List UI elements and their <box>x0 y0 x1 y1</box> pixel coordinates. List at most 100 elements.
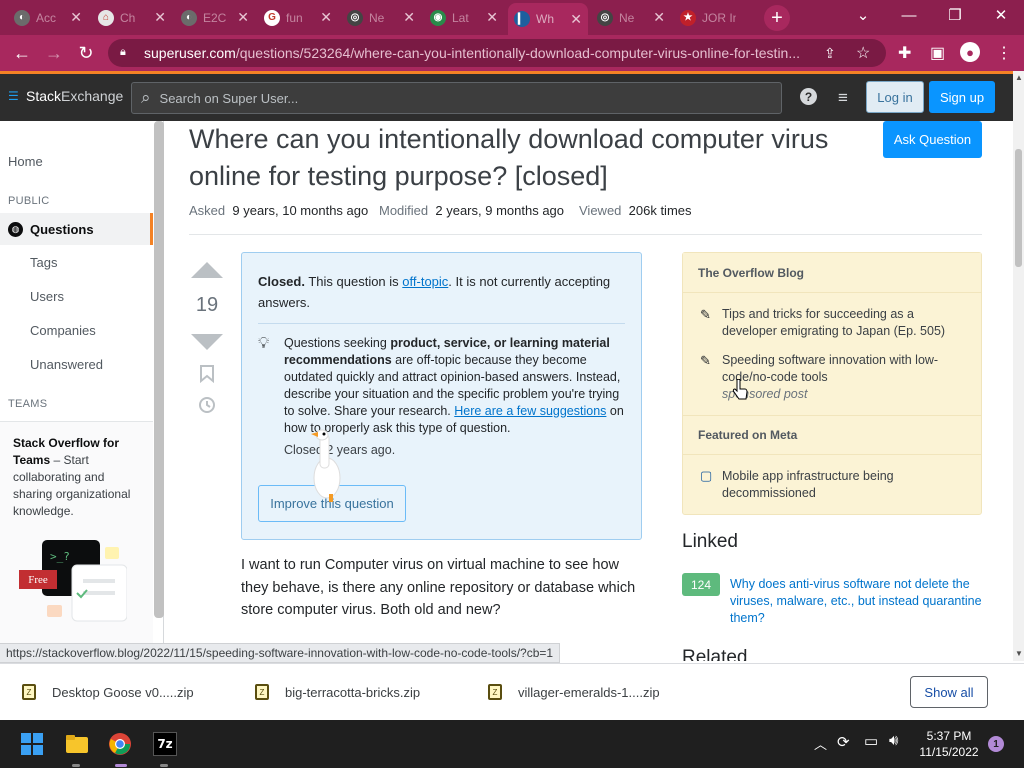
menu-dots-icon[interactable]: ⋮ <box>996 43 1012 63</box>
address-bar[interactable]: 🔒︎ superuser.com/questions/523264/where-… <box>108 39 886 67</box>
nav-companies[interactable]: Companies <box>30 323 96 338</box>
search-placeholder: Search on Super User... <box>159 90 299 106</box>
search-input[interactable]: ⌕ Search on Super User... <box>131 82 782 114</box>
question-title[interactable]: Where can you intentionally download com… <box>189 121 869 195</box>
chevron-up-icon[interactable]: ︿ <box>814 734 827 753</box>
upvote-icon[interactable] <box>190 261 224 279</box>
nav-unanswered[interactable]: Unanswered <box>30 357 103 372</box>
left-sidebar: Home PUBLIC ◍ Questions Tags Users Compa… <box>0 121 164 661</box>
help-icon[interactable]: ? <box>800 88 817 105</box>
back-arrow-icon[interactable]: ← <box>10 41 34 65</box>
share-icon[interactable]: ⇪ <box>824 45 836 62</box>
globe-icon: ◍ <box>8 221 23 237</box>
history-icon[interactable] <box>197 395 217 415</box>
tab-close-icon[interactable]: ✕ <box>237 9 249 26</box>
tab-close-icon[interactable]: ✕ <box>320 9 332 26</box>
bookmark-icon[interactable] <box>199 365 215 383</box>
scrollbar-thumb[interactable] <box>1015 149 1022 267</box>
browser-tab[interactable]: ◉ Lat ✕ <box>424 4 504 31</box>
site-switcher-icon[interactable]: ≡ <box>838 88 848 108</box>
nav-users[interactable]: Users <box>30 289 64 304</box>
link-status-bar: https://stackoverflow.blog/2022/11/15/sp… <box>0 643 561 663</box>
blog-item-2[interactable]: Speeding software innovation with low-co… <box>722 352 967 386</box>
notice-divider <box>258 323 625 324</box>
hand-cursor-icon <box>732 379 748 400</box>
extensions-icon[interactable]: ✚ <box>898 43 911 63</box>
network-icon[interactable]: ▭ <box>864 732 878 750</box>
url-text[interactable]: superuser.com/questions/523264/where-can… <box>144 45 814 61</box>
nav-section-public: PUBLIC <box>8 195 50 207</box>
tab-favicon-icon: ▎ <box>514 11 530 27</box>
download-item[interactable]: Z Desktop Goose v0.....zip <box>22 684 194 700</box>
browser-tab[interactable]: ★ JOR Int <box>674 4 752 31</box>
tab-close-icon[interactable]: ✕ <box>486 9 498 26</box>
tab-close-icon[interactable]: ✕ <box>154 9 166 26</box>
tab-title: fun <box>286 10 303 25</box>
file-explorer-icon[interactable] <box>65 732 89 756</box>
nav-questions-label: Questions <box>30 221 94 237</box>
side-panel-icon[interactable]: ▣ <box>930 43 945 63</box>
tab-close-icon[interactable]: ✕ <box>653 9 665 26</box>
forward-arrow-icon[interactable]: → <box>42 41 66 65</box>
asked-meta: Asked 9 years, 10 months ago <box>189 203 369 218</box>
browser-tab[interactable]: ◐ E2C ✕ <box>175 4 255 31</box>
zip-file-icon: Z <box>488 684 502 700</box>
left-sidebar-scrollbar[interactable] <box>154 121 164 618</box>
tab-search-icon[interactable]: ⌄ <box>840 0 886 30</box>
viewed-meta: Viewed 206k times <box>579 203 692 218</box>
close-window-button[interactable]: ✕ <box>978 0 1024 30</box>
page-scrollbar[interactable]: ▲ ▼ <box>1013 71 1024 661</box>
reload-icon[interactable]: ↻ <box>74 41 98 65</box>
bookmark-star-icon[interactable]: ☆ <box>856 43 870 63</box>
pencil-icon: ✎ <box>700 307 711 322</box>
signup-button[interactable]: Sign up <box>929 81 995 113</box>
closed-notice: Closed. This question is off-topic. It i… <box>241 252 642 540</box>
scroll-up-icon[interactable]: ▲ <box>1015 73 1023 82</box>
minimize-button[interactable]: — <box>886 0 932 30</box>
browser-tab[interactable]: ◎ Ne ✕ <box>591 4 671 31</box>
browser-tab[interactable]: ⌂ Ch ✕ <box>92 4 172 31</box>
tab-favicon-icon: ◉ <box>430 9 446 26</box>
sponsored-label: sponsored post <box>722 387 808 401</box>
scroll-down-icon[interactable]: ▼ <box>1015 649 1023 658</box>
windows-start-icon[interactable] <box>20 732 44 756</box>
chrome-icon[interactable] <box>108 732 132 756</box>
browser-tab[interactable]: ◐ Acc ✕ <box>8 4 88 31</box>
profile-avatar-icon[interactable]: ● <box>960 42 980 62</box>
lock-icon: 🔒︎ <box>120 46 126 58</box>
search-icon: ⌕ <box>141 88 151 107</box>
browser-tab[interactable]: Gfun ✕ <box>258 4 338 31</box>
notification-badge[interactable]: 1 <box>988 736 1004 752</box>
asked-value[interactable]: 9 years, 10 months ago <box>232 203 368 218</box>
restore-button[interactable]: ❐ <box>932 0 978 30</box>
nav-questions[interactable]: ◍ Questions <box>0 213 153 245</box>
blog-item-1[interactable]: Tips and tricks for succeeding as a deve… <box>722 306 967 340</box>
stackexchange-logo[interactable]: ☰ Stack Exchange <box>8 88 123 104</box>
login-button[interactable]: Log in <box>866 81 924 113</box>
7zip-icon[interactable]: 7z <box>153 732 177 756</box>
nav-tags[interactable]: Tags <box>30 255 57 270</box>
off-topic-link[interactable]: off-topic <box>402 274 448 289</box>
download-item[interactable]: Zvillager-emeralds-1....zip <box>488 684 660 700</box>
meta-item-1[interactable]: Mobile app infrastructure being decommis… <box>722 468 967 502</box>
sync-icon[interactable]: ⟳ <box>837 733 850 751</box>
closed-label: Closed. <box>258 274 305 289</box>
nav-home[interactable]: Home <box>8 154 43 169</box>
tab-close-icon[interactable]: ✕ <box>570 11 582 28</box>
taskbar-clock[interactable]: 5:37 PM 11/15/2022 <box>918 728 980 760</box>
download-item[interactable]: Zbig-terracotta-bricks.zip <box>255 684 420 700</box>
new-tab-button[interactable]: + <box>764 5 790 31</box>
linked-question-link[interactable]: Why does anti-virus software not delete … <box>730 576 990 627</box>
downvote-icon[interactable] <box>190 333 224 351</box>
tab-close-icon[interactable]: ✕ <box>403 9 415 26</box>
modified-value[interactable]: 2 years, 9 months ago <box>435 203 564 218</box>
browser-tab[interactable]: ◎ Ne ✕ <box>341 4 421 31</box>
show-all-downloads-button[interactable]: Show all <box>910 676 988 708</box>
browser-tab[interactable]: ▎ Wh ✕ <box>508 3 588 35</box>
linked-score-badge[interactable]: 124 <box>682 573 720 596</box>
tab-close-icon[interactable]: ✕ <box>70 9 82 26</box>
ask-question-button[interactable]: Ask Question <box>883 121 982 158</box>
volume-icon[interactable]: 🔊︎ <box>889 732 898 749</box>
teams-promo: Stack Overflow for Teams – Start collabo… <box>0 421 153 661</box>
suggestions-link[interactable]: Here are a few suggestions <box>454 404 606 418</box>
